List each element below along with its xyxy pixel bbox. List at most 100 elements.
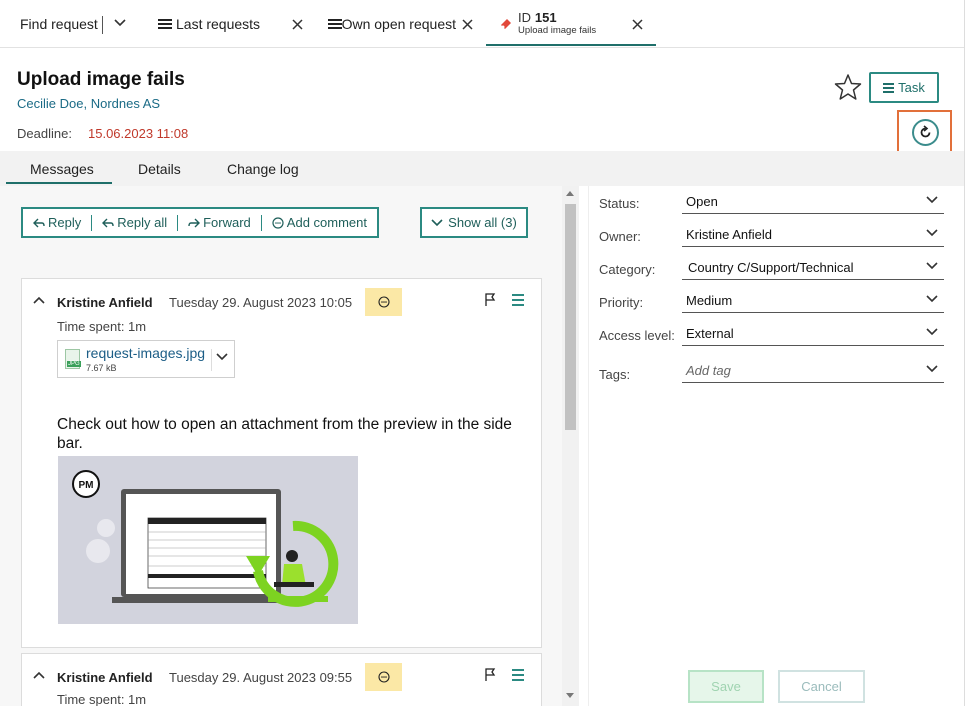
divider (211, 349, 212, 371)
tab-last-requests-label: Last requests (176, 15, 261, 32)
image-file-icon: JPG (65, 349, 81, 369)
category-select[interactable]: Country C/Support/Technical (682, 258, 944, 280)
time-spent: Time spent: 1m (57, 692, 147, 706)
owner-label: Owner: (599, 229, 641, 244)
star-icon[interactable] (834, 73, 862, 101)
category-value: Country C/Support/Technical (688, 260, 854, 275)
tab-details[interactable]: Details (138, 161, 181, 177)
reply-all-button[interactable]: Reply all (92, 209, 177, 236)
refresh-button[interactable] (912, 119, 939, 146)
page-title: Upload image fails (17, 69, 185, 90)
forward-button[interactable]: Forward (178, 209, 261, 236)
reply-all-icon (102, 218, 114, 227)
status-label: Status: (599, 196, 640, 211)
message-date: Tuesday 29. August 2023 10:05 (169, 295, 353, 310)
tags-input[interactable]: Add tag (682, 361, 944, 383)
close-icon[interactable] (462, 19, 473, 30)
attachment[interactable]: JPG request-images.jpg 7.67 kB (57, 340, 235, 378)
message-author: Kristine Anfield (57, 295, 153, 310)
reply-icon (33, 218, 45, 227)
add-comment-button[interactable]: Add comment (262, 209, 377, 236)
owner-value: Kristine Anfield (686, 227, 772, 242)
flag-icon[interactable] (484, 668, 496, 682)
status-select[interactable]: Open (682, 192, 944, 214)
chevron-down-icon (431, 218, 443, 226)
close-icon[interactable] (292, 19, 303, 30)
comment-icon (272, 216, 284, 229)
list-icon (883, 82, 895, 94)
priority-value: Medium (686, 293, 733, 308)
save-button[interactable]: Save (688, 670, 764, 703)
find-request-label: Find request (20, 15, 98, 32)
chevron-down-icon (926, 262, 938, 270)
id-number: 151 (534, 9, 557, 25)
tags-label: Tags: (599, 367, 631, 382)
access-level-select[interactable]: External (682, 324, 944, 346)
priority-label: Priority: (599, 295, 644, 310)
chevron-down-icon (926, 295, 938, 303)
priority-select[interactable]: Medium (682, 291, 944, 313)
tab-last-requests[interactable]: Last requests (158, 0, 260, 47)
id-prefix: ID (518, 9, 531, 25)
tags-placeholder: Add tag (686, 363, 731, 378)
message-card: Kristine Anfield Tuesday 29. August 2023… (21, 653, 542, 706)
show-all-button[interactable]: Show all (3) (420, 207, 528, 238)
top-tab-bar: Find request Last requests Own open requ… (0, 0, 965, 48)
reply-label: Reply (48, 215, 82, 230)
message-body: Check out how to open an attachment from… (57, 416, 512, 452)
image-preview[interactable]: PM (58, 456, 358, 624)
status-value: Open (686, 194, 718, 209)
chevron-up-icon[interactable] (33, 670, 45, 680)
pm-logo: PM (79, 480, 94, 491)
comment-icon (377, 296, 390, 308)
divider (102, 16, 103, 34)
tab-own-open-requests[interactable]: Own open request (328, 0, 456, 47)
cancel-button[interactable]: Cancel (778, 670, 865, 703)
preview-illustration: PM (72, 470, 339, 607)
chevron-down-icon[interactable] (114, 19, 126, 27)
refresh-icon (920, 125, 931, 138)
scroll-up-arrow[interactable] (566, 191, 574, 196)
chevron-up-icon[interactable] (33, 295, 45, 305)
detail-tabs: Messages Details Change log (0, 151, 965, 186)
scroll-down-arrow[interactable] (566, 693, 574, 698)
tab-messages[interactable]: Messages (30, 161, 94, 177)
menu-icon[interactable] (512, 294, 524, 309)
comment-badge (365, 288, 402, 316)
message-toolbar: Reply Reply all Forward Add comment (21, 207, 379, 238)
chevron-down-icon (926, 229, 938, 237)
show-all-label: Show all (3) (448, 215, 517, 230)
active-tab-indicator (486, 44, 656, 46)
tab-active-request[interactable]: ID 151 Upload image fails (498, 0, 596, 47)
chevron-down-icon (926, 196, 938, 204)
comment-icon (377, 671, 390, 683)
task-button-label: Task (898, 80, 925, 95)
comment-badge (365, 663, 402, 691)
chevron-down-icon (926, 328, 938, 336)
add-comment-label: Add comment (286, 215, 367, 230)
flag-icon[interactable] (484, 293, 496, 307)
tab-own-open-requests-label: Own open request (341, 15, 456, 32)
deadline-value: 15.06.2023 11:08 (88, 126, 189, 141)
message-author: Kristine Anfield (57, 670, 153, 685)
attachment-name[interactable]: request-images.jpg (86, 345, 205, 361)
ticket-icon (501, 18, 511, 29)
owner-select[interactable]: Kristine Anfield (682, 225, 944, 247)
access-level-label: Access level: (599, 328, 675, 343)
menu-icon[interactable] (512, 669, 524, 684)
forward-label: Forward (203, 215, 251, 230)
attachment-size: 7.67 kB (86, 363, 117, 373)
find-request-tab[interactable]: Find request (20, 0, 98, 47)
customer-link[interactable]: Cecilie Doe, Nordnes AS (17, 96, 160, 111)
task-button[interactable]: Task (869, 72, 939, 103)
reply-button[interactable]: Reply (23, 209, 91, 236)
scrollbar-thumb[interactable] (565, 204, 576, 430)
reply-all-label: Reply all (117, 215, 168, 230)
chevron-down-icon (926, 365, 938, 373)
forward-icon (188, 218, 201, 227)
tab-change-log[interactable]: Change log (227, 161, 299, 177)
chevron-down-icon[interactable] (216, 353, 228, 361)
close-icon[interactable] (632, 19, 643, 30)
active-subtab-indicator (6, 182, 112, 184)
refresh-highlight (897, 110, 952, 154)
